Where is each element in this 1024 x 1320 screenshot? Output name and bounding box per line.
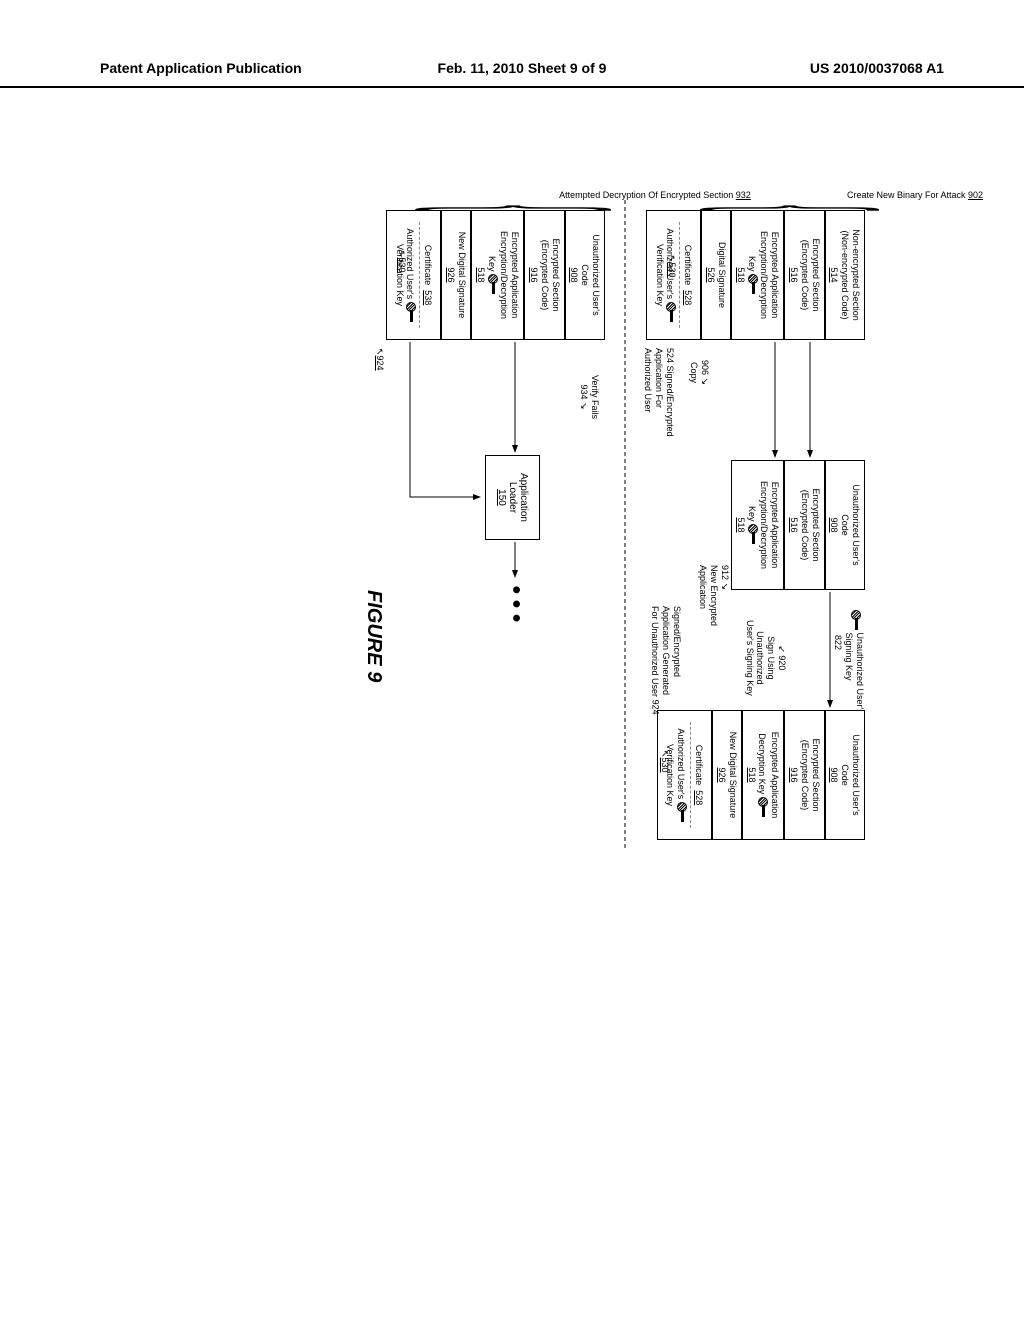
box-encryption-key: Encrypted Application Encryption/Decrypt… [731,210,784,340]
key-icon [489,274,499,294]
box-nonencrypted-section: Non-encrypted Section (Non-encrypted Cod… [825,210,865,340]
box-decryption-key-c: Encrypted Application Decryption Key 518 [742,710,784,840]
brace-attempted-decryption: Attempted Decryption Of Encrypted Sectio… [545,190,765,201]
stack-verify-input: Unauthorized User's Code 908 Encrypted S… [386,210,605,340]
arrow-sign [780,592,840,712]
key-icon [759,797,769,817]
label-copy: 906 ↘Copy [688,360,710,385]
header-right: US 2010/0037068 A1 [663,60,944,76]
label-signed-unauth: Signed/Encrypted Application Generated F… [650,606,682,715]
stack-original: Non-encrypted Section (Non-encrypted Cod… [646,210,865,340]
header-left: Patent Application Publication [100,60,381,76]
arrow-loader-out [510,542,520,582]
arrow-copy-1 [760,342,850,462]
box-unauth-code-d: Unauthorized User's Code 908 [565,210,605,340]
divider-line [622,200,627,850]
box-digital-signature: Digital Signature 526 [701,210,731,340]
box-certificate-c: Certificate 528 Authorized User's Verifi… [657,710,712,840]
arrow-to-loader-2 [365,342,425,502]
key-icon [852,610,862,630]
figure-diagram: Non-encrypted Section (Non-encrypted Cod… [65,270,925,980]
key-icon [749,524,759,544]
stack-signed-unauth: Unauthorized User's Code 908 Encrypted S… [657,710,865,840]
box-encrypted-section-d: Encrypted Section (Encrypted Code) 916 [524,210,564,340]
page-header: Patent Application Publication Feb. 11, … [0,0,1024,88]
key-icon [749,274,759,294]
box-new-digital-signature-d: New Digital Signature 926 [441,210,471,340]
box-encrypted-section-b: Encrypted Section (Encrypted Code) 516 [784,460,824,590]
figure-label: FIGURE 9 [362,590,385,682]
key-icon [678,802,688,822]
box-new-digital-signature-c: New Digital Signature 926 [712,710,742,840]
label-new-enc-app: 912 ↘ New Encrypted Application [698,565,730,626]
box-certificate-d: Certificate 538 Authorized User's Verifi… [386,210,441,340]
brace-create-binary: Create New Binary For Attack 902 [825,190,1005,201]
header-center: Feb. 11, 2010 Sheet 9 of 9 [381,60,662,76]
arrow-to-loader [470,342,530,457]
box-encryption-key-d: Encrypted Application Encryption/Decrypt… [471,210,524,340]
box-encrypted-section-c: Encrypted Section (Encrypted Code) 916 [784,710,824,840]
box-unauth-code: Unauthorized User's Code 908 [825,460,865,590]
stack-copied: Unauthorized User's Code 908 Encrypted S… [731,460,865,590]
box-encrypted-section: Encrypted Section (Encrypted Code) 516 [784,210,824,340]
label-signed-auth: 524 Signed/Encrypted Application For Aut… [643,348,675,437]
box-application-loader: Application Loader 150 [485,455,540,540]
key-icon [667,302,677,322]
box-unauth-code-c: Unauthorized User's Code 908 [825,710,865,840]
label-verify-fails: Verify Fails 934 ↘ [578,375,600,419]
box-encryption-key-b: Encrypted Application Encryption/Decrypt… [731,460,784,590]
ellipsis-dots: ● ● ● [507,585,525,623]
key-icon [407,302,417,322]
